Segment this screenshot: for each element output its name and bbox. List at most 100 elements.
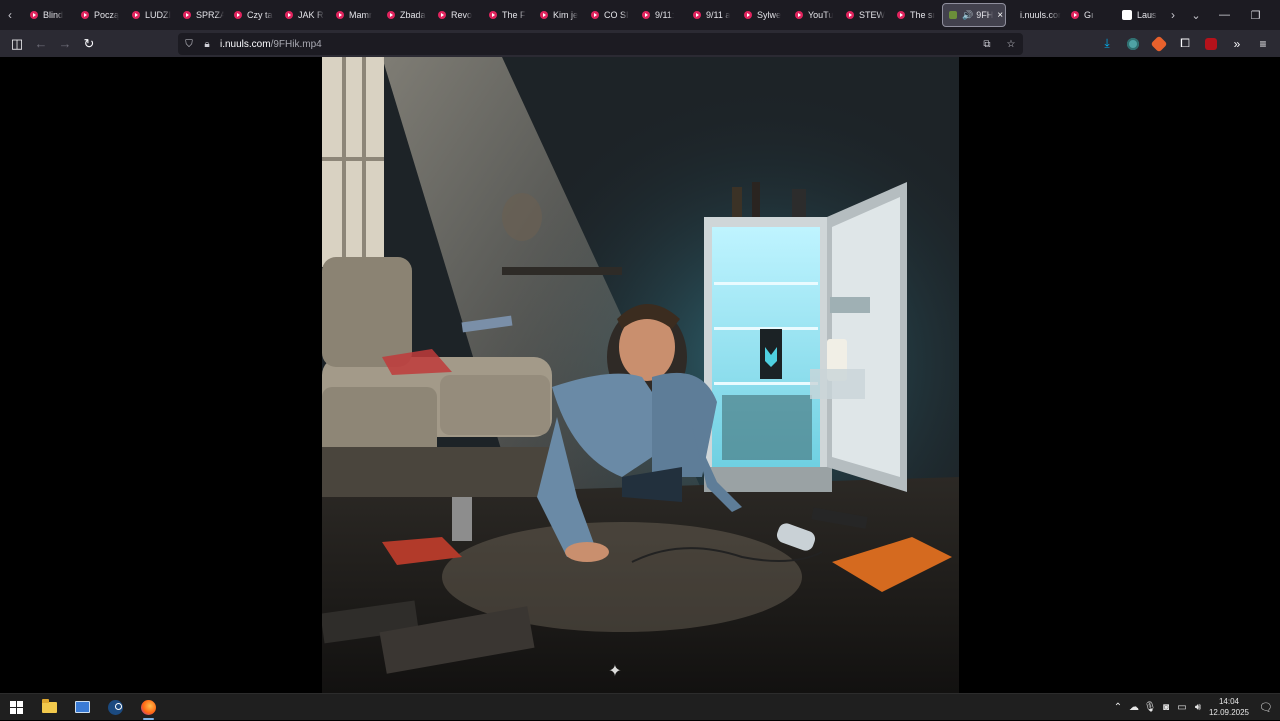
tab-scroll-right-button[interactable]: ›: [1163, 0, 1183, 30]
taskbar-clock[interactable]: 14:04 12.09.2025: [1206, 696, 1252, 718]
notifications-button[interactable]: 🗨︎: [1252, 694, 1280, 721]
folder-icon: [42, 698, 57, 713]
tab[interactable]: 9/11 a: [683, 0, 734, 30]
onedrive-cloud-icon[interactable]: ☁: [1126, 694, 1142, 721]
url-bar[interactable]: ⛉ 🔒︎ i.nuuls.com/9FHik.mp4 ⧉ ☆: [178, 33, 1023, 55]
lock-icon[interactable]: 🔒︎: [198, 33, 216, 55]
youtube-icon: [846, 11, 854, 19]
tab[interactable]: Gı: [1061, 0, 1112, 30]
url-host: i.nuuls.com: [220, 38, 271, 50]
tab[interactable]: SPRZA: [173, 0, 224, 30]
youtube-icon: [132, 11, 140, 19]
microphone-icon[interactable]: 🎙︎: [1142, 694, 1158, 721]
youtube-icon: [81, 11, 89, 19]
ublock-button[interactable]: [1198, 31, 1224, 57]
downloads-icon[interactable]: ⤓: [1094, 31, 1120, 57]
shield-extension-icon: [1127, 37, 1139, 50]
tab[interactable]: CO SI: [581, 0, 632, 30]
tab-title: JAK R: [298, 10, 324, 20]
tab-title: Począ: [94, 10, 120, 20]
tab[interactable]: Revo: [428, 0, 479, 30]
tab[interactable]: Mamr: [326, 0, 377, 30]
tab[interactable]: Czy ta: [224, 0, 275, 30]
tab[interactable]: Blind: [20, 0, 71, 30]
tab[interactable]: YouTu: [785, 0, 836, 30]
tab-title: Revo: [451, 10, 473, 20]
windows-taskbar: ⌃ ☁ 🎙︎ ◙ ▭ 🔊︎ 14:04 12.09.2025 🗨︎: [0, 693, 1280, 720]
tab-title: STEW: [859, 10, 885, 20]
youtube-icon: [489, 11, 497, 19]
restore-button[interactable]: ❐: [1240, 0, 1271, 30]
extension-shield-button[interactable]: [1120, 31, 1146, 57]
tab-title: i.nuuls.com: [1020, 10, 1061, 20]
minimize-button[interactable]: —: [1209, 0, 1240, 30]
tab-list-after: i.nuuls.com Gı Laus: [1010, 0, 1163, 30]
youtube-icon: [336, 11, 344, 19]
tab[interactable]: Zbada: [377, 0, 428, 30]
arrow-left-icon: ←: [34, 36, 48, 51]
video-icon: [949, 11, 957, 19]
tab[interactable]: Począ: [71, 0, 122, 30]
network-icon[interactable]: ▭: [1174, 694, 1190, 721]
tab-scroll-left-button[interactable]: ‹: [0, 0, 20, 30]
taskbar-file-explorer[interactable]: [33, 694, 66, 721]
tab-title: Zbada: [400, 10, 426, 20]
tab-title: The sı: [910, 10, 936, 20]
youtube-icon: [693, 11, 701, 19]
close-tab-icon[interactable]: ×: [997, 10, 1003, 21]
taskbar-steam[interactable]: [99, 694, 132, 721]
tab[interactable]: Kim je: [530, 0, 581, 30]
tab-title: SPRZA: [196, 10, 224, 20]
toolbar-right: ⤓ ⧠ » ≡: [1094, 30, 1276, 57]
tray-overflow-chevron-icon[interactable]: ⌃: [1110, 694, 1126, 721]
tab-title: CO SI: [604, 10, 629, 20]
tab-title: Kim je: [553, 10, 579, 20]
tab-title: YouTu: [808, 10, 834, 20]
tab-title: The F: [502, 10, 526, 20]
camera-icon[interactable]: ◙: [1158, 694, 1174, 721]
start-button[interactable]: [0, 694, 33, 721]
tab-strip: ‹ Blind Począ LUDZI SPRZA Czy ta JAK R Mamr Zba…: [0, 0, 1280, 30]
tracking-protection-icon[interactable]: ⛉: [180, 33, 198, 55]
tab-title: Sylwe: [757, 10, 782, 20]
clock-date: 12.09.2025: [1208, 708, 1250, 717]
youtube-icon: [30, 11, 38, 19]
taskbar-remote-desktop[interactable]: [66, 694, 99, 721]
tab[interactable]: STEW: [836, 0, 887, 30]
forward-button[interactable]: →: [53, 32, 77, 56]
tab[interactable]: The F: [479, 0, 530, 30]
youtube-icon: [897, 11, 905, 19]
chevron-right-icon: ›: [1171, 8, 1175, 22]
sparkle-icon: ✦: [608, 663, 622, 680]
app-menu-button[interactable]: ≡: [1250, 31, 1276, 57]
tab[interactable]: LUDZI: [122, 0, 173, 30]
tab[interactable]: Laus: [1112, 0, 1163, 30]
close-window-button[interactable]: ✕: [1271, 0, 1280, 30]
reload-button[interactable]: ↻: [77, 32, 101, 56]
tab[interactable]: i.nuuls.com: [1010, 0, 1061, 30]
minimize-icon: —: [1219, 9, 1230, 21]
url-text[interactable]: i.nuuls.com/9FHik.mp4: [220, 39, 322, 50]
video-frame[interactable]: [322, 57, 959, 693]
youtube-icon: [183, 11, 191, 19]
back-button[interactable]: ←: [29, 32, 53, 56]
bookmark-star-icon[interactable]: ☆: [999, 33, 1023, 55]
tab[interactable]: 9/11:: [632, 0, 683, 30]
tab-title: Czy ta: [247, 10, 273, 20]
youtube-icon: [285, 11, 293, 19]
sidebar-toggle-button[interactable]: ◫: [5, 32, 29, 56]
taskbar-firefox[interactable]: [132, 694, 165, 721]
wikipedia-icon: [1122, 10, 1132, 20]
tab[interactable]: The sı: [887, 0, 938, 30]
tab[interactable]: Sylwe: [734, 0, 785, 30]
youtube-icon: [642, 11, 650, 19]
speaker-icon[interactable]: 🔊: [962, 10, 973, 21]
extensions-button[interactable]: ⧠: [1172, 31, 1198, 57]
overflow-menu-button[interactable]: »: [1224, 31, 1250, 57]
tab-active[interactable]: 🔊 9FH ×: [942, 3, 1006, 27]
extension-orange-button[interactable]: [1146, 31, 1172, 57]
tab[interactable]: JAK R: [275, 0, 326, 30]
picture-in-picture-icon[interactable]: ⧉: [975, 33, 999, 55]
volume-icon[interactable]: 🔊︎: [1190, 694, 1206, 721]
list-all-tabs-button[interactable]: ⌄: [1183, 0, 1209, 30]
